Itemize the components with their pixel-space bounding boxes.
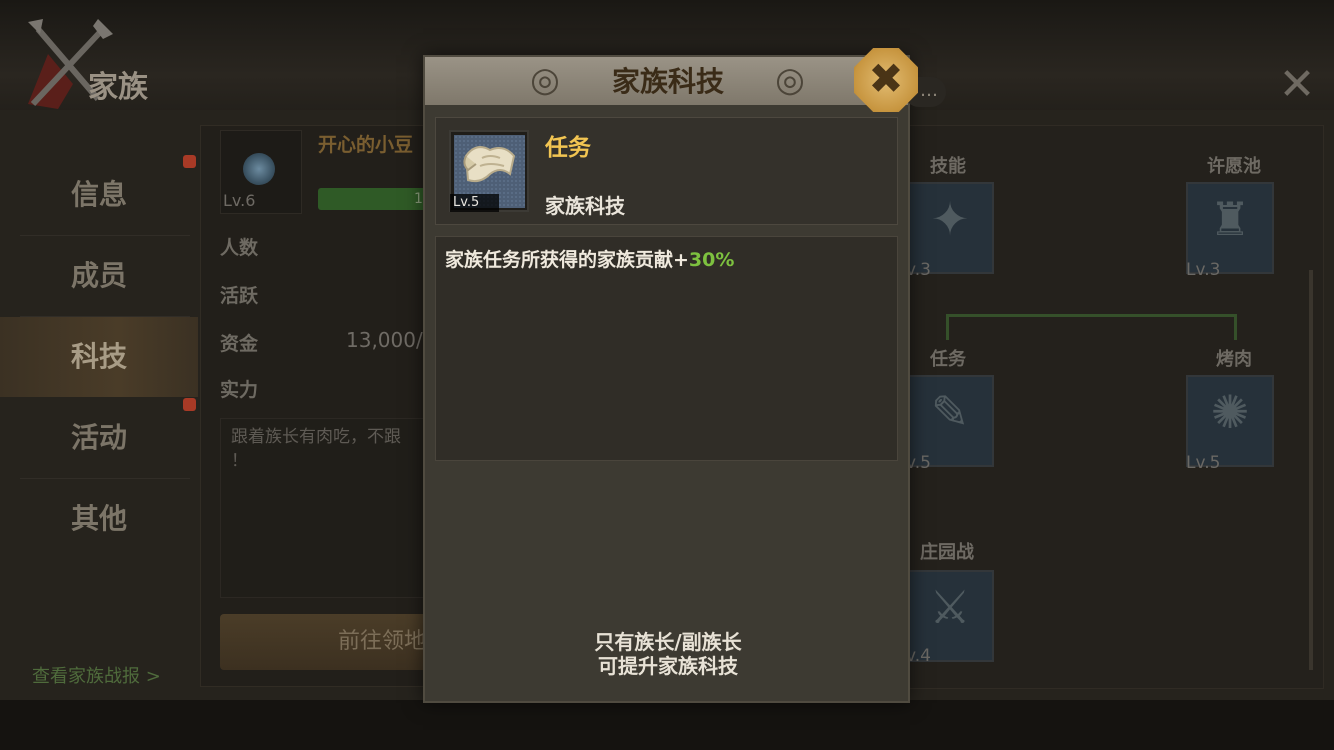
tree-scrollbar[interactable] [1309, 270, 1313, 670]
tree-node-label: 技能 [930, 156, 966, 177]
skill-icon-level: Lv.5 [450, 194, 499, 212]
ellipsis-icon: … [920, 80, 938, 101]
tree-node-label: 任务 [930, 349, 966, 370]
tree-node-label: 许愿池 [1207, 156, 1261, 177]
ornament-swirl-icon: ◎ [530, 60, 560, 100]
family-level: Lv.6 [223, 191, 256, 210]
dialog-title: 家族科技 [611, 65, 724, 98]
tree-node-level: Lv.5 [1186, 453, 1221, 473]
nav-item-tech[interactable]: 科技 [0, 317, 198, 397]
skill-category: 家族科技 [545, 194, 625, 218]
meat-icon: ✺ [1210, 385, 1250, 439]
nav-item-members[interactable]: 成员 [0, 236, 198, 316]
tree-node-level: Lv.3 [1186, 260, 1221, 280]
scroll-icon [463, 146, 516, 183]
family-nav: 信息 成员 科技 活动 其他 [0, 155, 198, 565]
members-label: 人数 [220, 237, 259, 259]
tree-connector [947, 314, 1237, 317]
scroll-icon: ✎ [930, 385, 970, 439]
permission-note-line2: 可提升家族科技 [598, 654, 738, 678]
skill-name: 任务 [545, 135, 591, 161]
nav-item-info[interactable]: 信息 [0, 155, 198, 235]
permission-note: 只有族长/副族长 可提升家族科技 [540, 630, 796, 678]
family-notice: 跟着族长有肉吃，不跟 ！ [220, 418, 430, 598]
nav-item-other[interactable]: 其他 [0, 479, 198, 559]
funds-label: 资金 [220, 333, 259, 355]
family-emblem-icon [243, 153, 275, 185]
description-text: 家族任务所获得的家族贡献+ [445, 249, 689, 271]
wishing-statue-icon: ♜ [1209, 192, 1251, 246]
tree-node-label: 烤肉 [1216, 349, 1252, 370]
tree-node-label: 庄园战 [920, 542, 974, 563]
permission-note-line1: 只有族长/副族长 [594, 630, 742, 654]
screen-close-icon[interactable]: ✕ [1276, 63, 1318, 107]
notification-dot [183, 155, 196, 168]
active-label: 活跃 [220, 285, 259, 307]
funds-value: 13,000/ [346, 328, 423, 352]
tree-connector [1234, 314, 1237, 340]
crossed-axes-icon: ⚔ [929, 580, 971, 634]
strength-label: 实力 [220, 379, 259, 401]
ornament-swirl-icon: ◎ [775, 60, 805, 100]
family-exp-bar [318, 188, 428, 210]
family-notice-text: 跟着族长有肉吃，不跟 ！ [231, 427, 401, 471]
description-bonus: 30% [688, 249, 735, 271]
notification-dot [183, 398, 196, 411]
battle-report-link[interactable]: 查看家族战报 > [32, 662, 161, 688]
family-name: 开心的小豆 [318, 134, 414, 156]
tree-connector [946, 314, 949, 340]
goto-territory-button[interactable]: 前往领地 [220, 614, 430, 670]
family-exp-text: 1 [414, 191, 423, 207]
screen-title: 家族 [88, 70, 148, 105]
skill-description: 家族任务所获得的家族贡献+30% [445, 245, 734, 272]
screen-footer-bar [0, 700, 1334, 750]
nav-item-activity[interactable]: 活动 [0, 398, 198, 478]
skill-upgrade-icon: ✦ [930, 192, 970, 246]
